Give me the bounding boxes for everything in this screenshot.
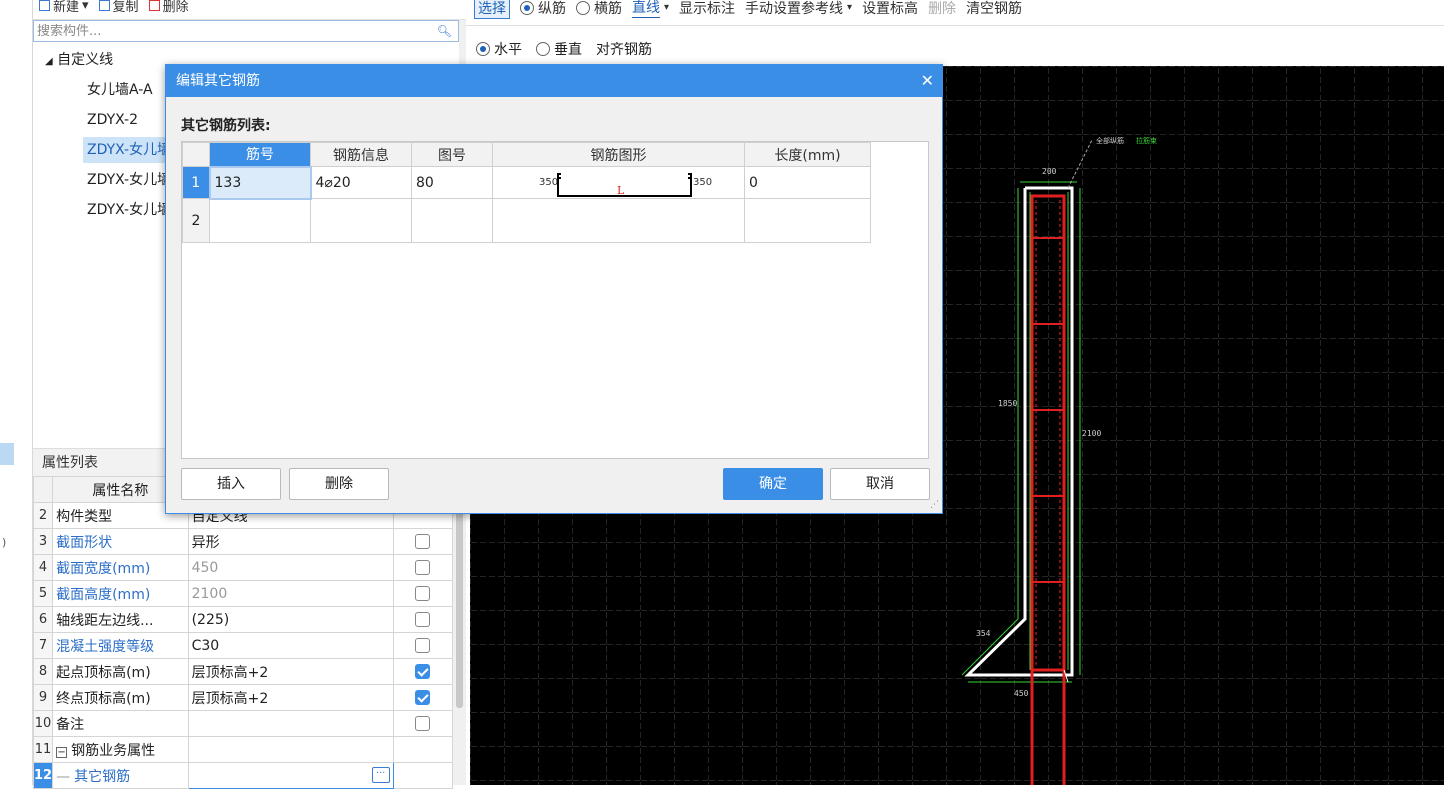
copy-icon	[98, 0, 110, 11]
checkbox[interactable]	[415, 612, 431, 627]
cancel-button[interactable]: 取消	[830, 468, 930, 500]
table-row: 5 截面高度(mm) 2100	[32, 580, 454, 607]
tree-item-selected[interactable]: ZDYX-女儿墙	[83, 137, 176, 163]
table-row: 8 起点顶标高(m) 层顶标高+2	[32, 658, 454, 685]
bar-shape-cell[interactable]: 350 L 350	[492, 166, 745, 199]
expand-triangle-icon[interactable]: ◢	[45, 56, 53, 67]
insert-button[interactable]: 插入	[181, 468, 281, 500]
rebar-grid-area: 筋号 钢筋信息 图号 钢筋图形 长度(mm) 1 133 4⌀20 80 350	[181, 141, 929, 459]
selected-marker	[0, 443, 14, 465]
copy-button[interactable]: 复制	[98, 0, 139, 15]
dim-total: 2100	[1082, 429, 1101, 438]
delete-rebar-button[interactable]: 删除	[928, 0, 956, 18]
tree-item[interactable]: ZDYX-女儿墙	[83, 167, 175, 193]
table-row: 7 混凝土强度等级 C30	[32, 632, 454, 659]
select-button[interactable]: 选择	[474, 0, 510, 19]
checkbox[interactable]	[415, 586, 431, 601]
checkbox-checked[interactable]	[415, 664, 431, 679]
tree-item[interactable]: 女儿墙A-A	[83, 77, 157, 103]
dim-base: 450	[1014, 689, 1029, 698]
edit-other-rebar-dialog: 编辑其它钢筋 ✕ 其它钢筋列表: 筋号 钢筋信息 图号 钢筋图形 长度(mm) …	[165, 64, 943, 514]
new-button[interactable]: 新建 ▾	[39, 0, 89, 15]
radio-icon	[536, 42, 550, 56]
tree-item[interactable]: ZDYX-2	[83, 107, 142, 133]
horizontal-radio[interactable]: 水平	[476, 39, 522, 59]
drawing-toolbar: 选择 纵筋 横筋 直线 ▾ 显示标注 手动设置参考线 ▾ 设置标高 删除 清空钢筋	[466, 0, 1444, 26]
length-cell[interactable]: 0	[744, 166, 871, 199]
checkbox[interactable]	[415, 716, 431, 731]
dim-slope: 354	[976, 629, 991, 638]
radio-checked-icon	[520, 0, 534, 15]
checkbox-checked[interactable]	[415, 690, 431, 705]
line-dropdown[interactable]: 直线 ▾	[632, 0, 669, 18]
delete-icon	[148, 0, 160, 11]
close-icon[interactable]: ✕	[921, 65, 934, 97]
drawing-toolbar-2: 水平 垂直 对齐钢筋	[466, 34, 1444, 64]
rebar-header-row: 筋号 钢筋信息 图号 钢筋图形 长度(mm)	[182, 142, 871, 167]
table-row: 9 终点顶标高(m) 层顶标高+2	[32, 684, 454, 711]
dialog-title-bar[interactable]: 编辑其它钢筋	[166, 65, 942, 97]
col-bar-shape[interactable]: 钢筋图形	[492, 142, 745, 167]
table-row: 11 − 钢筋业务属性	[32, 736, 454, 763]
checkbox[interactable]	[415, 638, 431, 653]
search-input[interactable]	[37, 23, 427, 39]
tree-item[interactable]: ZDYX-女儿墙	[83, 197, 175, 223]
chevron-down-icon: ▾	[847, 2, 853, 13]
manual-ref-dropdown[interactable]: 手动设置参考线 ▾	[745, 0, 852, 18]
tree-root[interactable]: ◢ 自定义线	[41, 47, 117, 73]
table-row: 4 截面宽度(mm) 450	[32, 554, 454, 581]
dialog-subtitle: 其它钢筋列表:	[181, 118, 271, 134]
svg-text:L: L	[617, 184, 625, 197]
transverse-radio[interactable]: 横筋	[576, 0, 622, 18]
rebar-table: 筋号 钢筋信息 图号 钢筋图形 长度(mm) 1 133 4⌀20 80 350	[182, 142, 871, 243]
clear-rebar-button[interactable]: 清空钢筋	[966, 0, 1022, 18]
dim-top: 200	[1042, 167, 1057, 176]
table-row: 10 备注	[32, 710, 454, 737]
legend-all-bars: 全部纵筋	[1096, 136, 1124, 145]
resize-grip-icon[interactable]: ⋰	[930, 500, 939, 510]
chevron-down-icon: ▾	[82, 0, 89, 13]
vertical-radio[interactable]: 垂直	[536, 39, 582, 59]
ellipsis-button[interactable]: ···	[371, 767, 390, 783]
delete-row-button[interactable]: 删除	[289, 468, 389, 500]
checkbox[interactable]	[415, 534, 431, 549]
new-icon	[39, 0, 50, 11]
fig-no-cell[interactable]: 80	[411, 166, 493, 199]
legend-tie-bars: 拉筋束	[1136, 136, 1157, 145]
search-icon[interactable]: 🔍︎	[437, 24, 452, 38]
longitudinal-radio[interactable]: 纵筋	[520, 0, 566, 18]
chevron-down-icon: ▾	[664, 2, 670, 13]
set-elevation-button[interactable]: 设置标高	[862, 0, 918, 18]
left-edge-panel: )	[0, 0, 33, 785]
bar-no-cell[interactable]: 133	[208, 165, 312, 200]
show-label-button[interactable]: 显示标注	[679, 0, 735, 18]
table-row: 1 133 4⌀20 80 350 L 350 0	[182, 165, 871, 200]
bar-shape-icon: L	[557, 173, 692, 197]
property-table: 属性名称 2 构件类型 自定义线 3 截面形状 异形 4 截面宽度(mm) 45…	[32, 476, 454, 789]
col-bar-info[interactable]: 钢筋信息	[310, 142, 412, 167]
delete-button[interactable]: 删除	[148, 0, 189, 15]
collapse-icon[interactable]: −	[56, 746, 68, 758]
radio-checked-icon	[476, 42, 490, 56]
checkbox[interactable]	[415, 560, 431, 575]
component-toolbar: 新建 ▾ 复制 删除	[33, 0, 466, 20]
ok-button[interactable]: 确定	[723, 468, 823, 500]
table-row: 3 截面形状 异形	[32, 528, 454, 555]
col-bar-no[interactable]: 筋号	[209, 142, 311, 167]
search-box: 🔍︎	[33, 20, 459, 42]
table-row: 2	[182, 198, 871, 243]
col-length[interactable]: 长度(mm)	[744, 142, 871, 167]
radio-icon	[576, 0, 590, 15]
align-rebar-button[interactable]: 对齐钢筋	[596, 39, 652, 59]
edge-text: )	[2, 536, 7, 549]
col-fig-no[interactable]: 图号	[411, 142, 493, 167]
bar-info-cell[interactable]: 4⌀20	[310, 166, 412, 199]
dim-height: 1850	[998, 399, 1017, 408]
table-row: 6 轴线距左边线... (225)	[32, 606, 454, 633]
